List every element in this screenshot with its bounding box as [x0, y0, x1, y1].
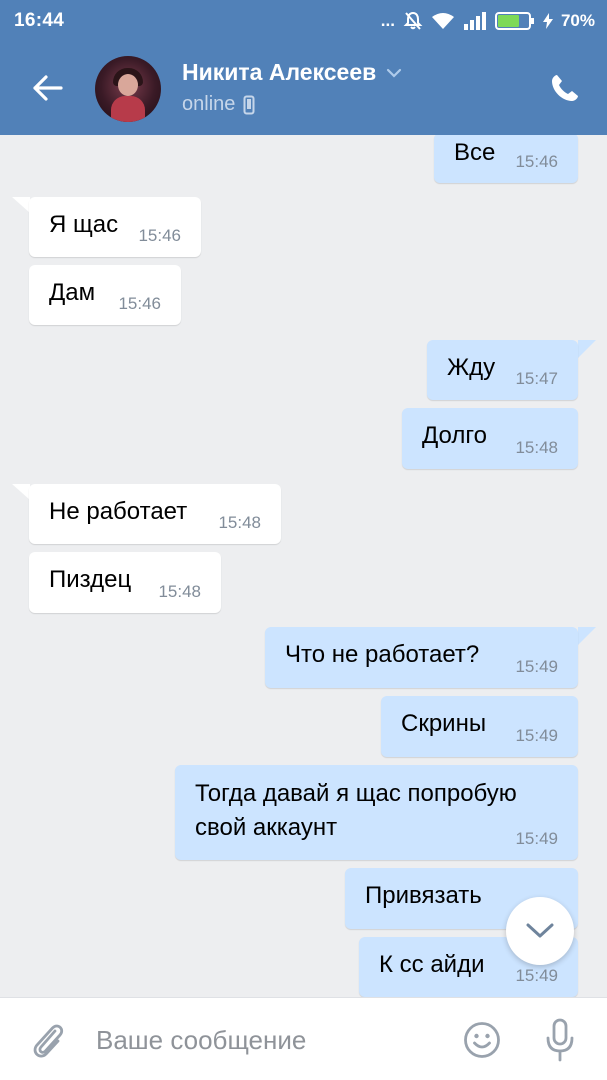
attach-button[interactable]: [28, 1020, 68, 1060]
message-time: 15:47: [515, 369, 558, 388]
phone-icon: [552, 75, 578, 101]
message-time: 15:48: [515, 438, 558, 457]
status-dots: ...: [380, 11, 395, 30]
contact-status: online: [182, 93, 236, 115]
status-time: 16:44: [14, 10, 65, 31]
message-text: Тогда давай я щас попробую свой аккаунт: [195, 780, 517, 841]
message-time: 15:46: [138, 226, 181, 245]
message-bubble[interactable]: Все 15:46: [434, 135, 578, 183]
message-text: Скрины: [401, 710, 487, 737]
avatar-figure-face: [118, 74, 138, 96]
message-text: Пиздец: [49, 566, 132, 593]
message-bubble[interactable]: Жду 15:47: [427, 340, 578, 400]
emoji-button[interactable]: [462, 1020, 502, 1060]
message-text: Жду: [447, 354, 496, 381]
status-icons: ... 70%: [381, 11, 595, 31]
message-bubble[interactable]: Пиздец 15:48: [29, 552, 221, 613]
avatar-figure-body: [111, 96, 145, 122]
message-bubble[interactable]: Дам 15:46: [29, 265, 181, 325]
message-bubble[interactable]: Не работает 15:48: [29, 484, 281, 544]
message-time: 15:46: [515, 152, 558, 171]
bubble-tail: [578, 340, 596, 358]
chat-header: Никита Алексеев online: [0, 42, 607, 135]
message-text: Я щас: [49, 211, 119, 238]
message-composer: [0, 997, 607, 1080]
message-text: К сс айди: [379, 951, 485, 978]
back-button[interactable]: [28, 68, 68, 108]
call-button[interactable]: [547, 70, 583, 106]
bubble-tail: [578, 627, 596, 645]
message-bubble[interactable]: Что не работает? 15:49: [265, 627, 578, 688]
microphone-icon: [546, 1018, 574, 1062]
message-text: Что не работает?: [285, 641, 480, 668]
message-time: 15:48: [218, 513, 261, 532]
smiley-icon: [464, 1022, 500, 1058]
message-text: Все: [454, 139, 496, 166]
message-time: 15:46: [118, 294, 161, 313]
charging-icon: [542, 13, 553, 29]
message-bubble[interactable]: Я щас 15:46: [29, 197, 201, 257]
message-text: Не работает: [49, 498, 188, 525]
message-time: 15:49: [515, 966, 558, 985]
message-bubble[interactable]: Долго 15:48: [402, 408, 578, 469]
contact-name: Никита Алексеев: [182, 59, 377, 85]
chevron-down-icon: [526, 923, 554, 938]
message-time: 15:49: [515, 726, 558, 745]
message-text: Дам: [49, 279, 96, 306]
voice-message-button[interactable]: [540, 1016, 580, 1064]
battery-icon: [494, 12, 535, 30]
scroll-to-bottom-button[interactable]: [506, 897, 574, 965]
message-input[interactable]: [96, 1020, 436, 1060]
message-bubble[interactable]: Скрины 15:49: [381, 696, 578, 757]
contact-name-row[interactable]: Никита Алексеев: [182, 59, 402, 86]
contact-status-row: online: [182, 93, 255, 116]
message-text: Привязать: [365, 882, 482, 909]
signal-icon: [463, 12, 487, 30]
message-bubble[interactable]: Тогда давай я щас попробую свой аккаунт …: [175, 765, 578, 860]
paperclip-icon: [33, 1024, 64, 1058]
battery-percent: 70%: [560, 11, 595, 30]
contact-avatar[interactable]: [95, 56, 161, 122]
message-time: 15:48: [158, 582, 201, 601]
mobile-phone-icon: [243, 95, 255, 114]
message-text: Долго: [422, 422, 487, 449]
message-time: 15:49: [515, 829, 558, 848]
message-time: 15:49: [515, 657, 558, 676]
message-list[interactable]: Все 15:46 Я щас 15:46 Дам 15:46 Жду 15:4…: [0, 135, 607, 997]
arrow-left-icon: [33, 75, 63, 101]
bubble-tail: [12, 484, 30, 500]
status-bar: 16:44 ... 70%: [0, 0, 607, 42]
mute-alarm-icon: [403, 11, 423, 31]
bubble-tail: [12, 197, 30, 213]
chevron-down-icon: [387, 68, 402, 78]
wifi-icon: [431, 12, 455, 30]
